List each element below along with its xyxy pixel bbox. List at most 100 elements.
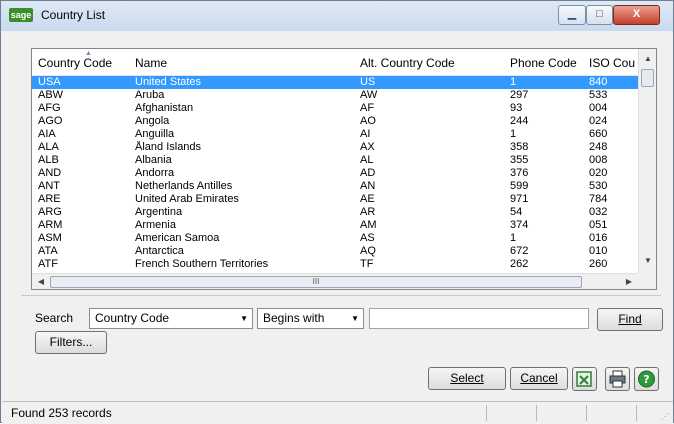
table-cell: AIA	[38, 128, 56, 140]
table-cell: 1	[510, 128, 517, 140]
column-header-name[interactable]: Name	[135, 56, 335, 70]
table-row[interactable]: ATA Antarctica AQ 672 010	[32, 245, 638, 258]
maximize-button[interactable]: □	[586, 5, 613, 25]
table-cell: Armenia	[135, 219, 176, 231]
table-cell: 376	[510, 167, 529, 179]
grid-header: Country Code ▲ Name Alt. Country Code Ph…	[32, 49, 638, 76]
table-row[interactable]: ATF French Southern Territories TF 262 260	[32, 258, 638, 271]
search-field-select[interactable]: Country Code ▼	[89, 308, 253, 329]
horizontal-scrollbar[interactable]: ◀ III ▶	[32, 273, 638, 289]
table-cell: Andorra	[135, 167, 175, 179]
close-button[interactable]: X	[613, 5, 660, 25]
minimize-button[interactable]: ▁	[558, 5, 586, 25]
table-cell: Argentina	[135, 206, 183, 218]
title-bar[interactable]: sage Country List ▁ □ X	[1, 1, 673, 31]
table-cell: ALB	[38, 154, 59, 166]
table-cell: 530	[589, 180, 608, 192]
table-cell: Anguilla	[135, 128, 175, 140]
help-icon: ?	[638, 370, 655, 388]
table-cell: Åland Islands	[135, 141, 202, 153]
table-cell: ATA	[38, 245, 58, 257]
select-button[interactable]: Select	[428, 367, 506, 390]
vertical-scroll-thumb[interactable]	[641, 69, 654, 87]
help-button[interactable]: ?	[634, 367, 659, 391]
scroll-up-icon[interactable]: ▲	[641, 52, 655, 66]
table-cell: 533	[589, 89, 608, 101]
table-cell: 672	[510, 245, 529, 257]
table-row[interactable]: ARE United Arab Emirates AE 971 784	[32, 193, 638, 206]
status-divider	[486, 405, 487, 421]
table-cell: 297	[510, 89, 529, 101]
table-cell: USA	[38, 76, 61, 88]
table-cell: AQ	[360, 245, 376, 257]
cancel-button-label: Cancel	[520, 371, 558, 385]
table-cell: 244	[510, 115, 529, 127]
select-button-label: Select	[450, 371, 484, 385]
table-row[interactable]: ANT Netherlands Antilles AN 599 530	[32, 180, 638, 193]
print-button[interactable]	[605, 367, 630, 391]
table-cell: 599	[510, 180, 529, 192]
table-row[interactable]: ALB Albania AL 355 008	[32, 154, 638, 167]
sort-ascending-icon: ▲	[85, 50, 92, 57]
country-grid[interactable]: Country Code ▲ Name Alt. Country Code Ph…	[31, 48, 657, 290]
table-row[interactable]: AND Andorra AD 376 020	[32, 167, 638, 180]
table-cell: 051	[589, 219, 608, 231]
excel-export-icon	[576, 371, 592, 387]
table-cell: 010	[589, 245, 608, 257]
table-row[interactable]: USA United States US 1 840	[32, 76, 638, 89]
search-operator-select[interactable]: Begins with ▼	[257, 308, 364, 329]
table-cell: United Arab Emirates	[135, 193, 239, 205]
separator	[21, 295, 661, 296]
scroll-right-icon[interactable]: ▶	[622, 275, 636, 289]
column-header-phone-code[interactable]: Phone Code	[510, 56, 585, 70]
table-cell: AX	[360, 141, 375, 153]
table-cell: Angola	[135, 115, 170, 127]
status-divider	[636, 405, 637, 421]
horizontal-scroll-thumb[interactable]: III	[50, 276, 582, 288]
vertical-scrollbar[interactable]: ▲ ▼	[638, 49, 656, 273]
table-cell: AN	[360, 180, 376, 192]
table-cell: 248	[589, 141, 608, 153]
table-cell: 260	[589, 258, 608, 270]
cancel-button[interactable]: Cancel	[510, 367, 568, 390]
search-label: Search	[35, 311, 74, 325]
table-cell: ALA	[38, 141, 59, 153]
table-cell: Afghanistan	[135, 102, 194, 114]
column-header-country-code[interactable]: Country Code	[38, 56, 128, 70]
search-field-value: Country Code	[95, 311, 170, 325]
svg-text:?: ?	[643, 373, 649, 386]
table-cell: 008	[589, 154, 608, 166]
filters-button[interactable]: Filters...	[35, 331, 107, 354]
column-header-iso-country[interactable]: ISO Cou	[589, 56, 637, 70]
table-row[interactable]: AGO Angola AO 244 024	[32, 115, 638, 128]
column-header-alt-country-code[interactable]: Alt. Country Code	[360, 56, 480, 70]
status-divider	[536, 405, 537, 421]
table-cell: ABW	[38, 89, 64, 101]
table-cell: AS	[360, 232, 375, 244]
excel-export-button[interactable]	[572, 367, 597, 391]
table-cell: 971	[510, 193, 529, 205]
status-bar: Found 253 records ⋰	[2, 401, 673, 424]
table-row[interactable]: ASM American Samoa AS 1 016	[32, 232, 638, 245]
table-row[interactable]: ALA Åland Islands AX 358 248	[32, 141, 638, 154]
table-cell: 262	[510, 258, 529, 270]
find-button[interactable]: Find	[597, 308, 663, 331]
table-cell: United States	[135, 76, 202, 88]
table-cell: 54	[510, 206, 523, 218]
table-row[interactable]: AFG Afghanistan AF 93 004	[32, 102, 638, 115]
table-cell: 660	[589, 128, 608, 140]
table-row[interactable]: ARG Argentina AR 54 032	[32, 206, 638, 219]
table-row[interactable]: AIA Anguilla AI 1 660	[32, 128, 638, 141]
table-cell: AR	[360, 206, 376, 218]
table-cell: AL	[360, 154, 374, 166]
table-row[interactable]: ARM Armenia AM 374 051	[32, 219, 638, 232]
resize-grip-icon[interactable]: ⋰	[661, 412, 669, 421]
table-cell: AO	[360, 115, 376, 127]
search-input[interactable]	[369, 308, 589, 329]
scroll-down-icon[interactable]: ▼	[641, 254, 655, 268]
table-cell: Albania	[135, 154, 172, 166]
sage-logo-icon: sage	[9, 8, 33, 22]
table-cell: AW	[360, 89, 378, 101]
scroll-left-icon[interactable]: ◀	[34, 275, 48, 289]
table-row[interactable]: ABW Aruba AW 297 533	[32, 89, 638, 102]
